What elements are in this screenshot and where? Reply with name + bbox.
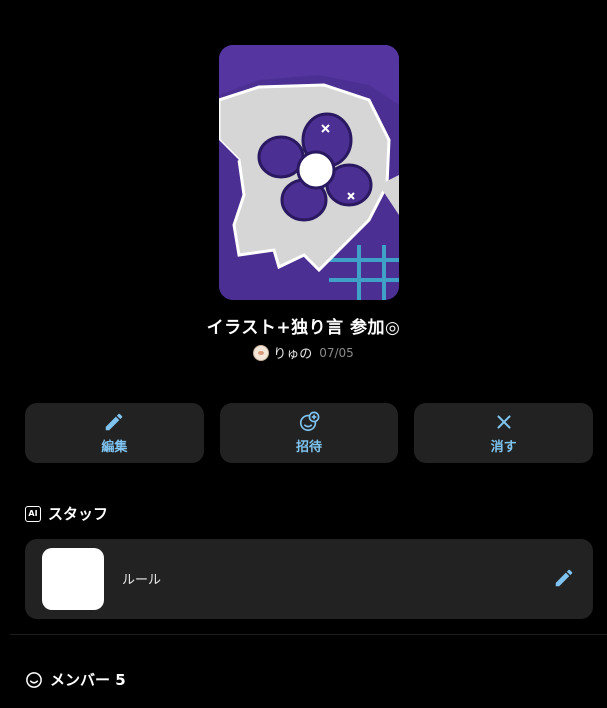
staff-card-rules[interactable]: ルール [25,539,593,619]
staff-thumbnail [42,548,104,610]
author-avatar[interactable] [253,344,270,361]
room-cover-image [219,45,399,300]
author-name[interactable]: りゅの [273,343,312,362]
room-actions: 編集 招待 消す [25,403,594,463]
invite-button[interactable]: 招待 [219,403,399,463]
edit-button[interactable]: 編集 [25,403,204,463]
smiley-icon [26,671,42,688]
room-author[interactable]: りゅの 07/05 [0,343,607,362]
delete-button-label: 消す [490,440,517,455]
members-section-header: メンバー 5 [25,669,126,690]
members-heading: メンバー 5 [50,671,126,689]
staff-section-header: AI スタッフ [25,503,108,524]
add-person-icon [299,411,320,432]
room-date: 07/05 [319,345,354,360]
ai-badge-icon: AI [25,505,41,522]
edit-button-label: 編集 [101,440,128,455]
pencil-icon [106,413,123,431]
invite-button-label: 招待 [296,440,323,455]
close-icon [497,415,511,429]
room-title: イラスト+独り言 参加◎ [206,318,401,338]
pencil-icon[interactable] [553,567,575,589]
staff-heading: スタッフ [48,505,109,523]
divider [10,634,607,635]
staff-card-label: ルール [122,573,162,588]
delete-button[interactable]: 消す [414,403,594,463]
